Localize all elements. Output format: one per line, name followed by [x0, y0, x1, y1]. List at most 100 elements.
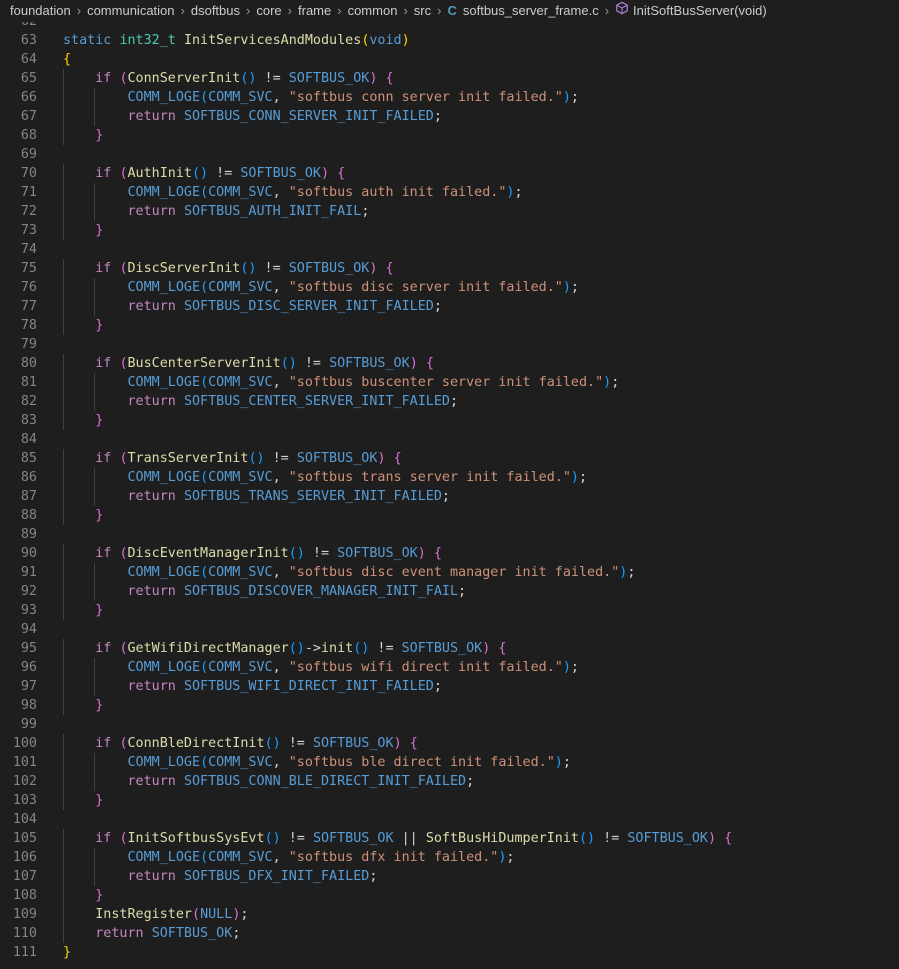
code-token: {: [498, 641, 507, 656]
code-text: if (DiscEventManagerInit() != SOFTBUS_OK…: [63, 546, 442, 561]
breadcrumb-item[interactable]: common: [348, 3, 398, 18]
code-token: if: [95, 166, 112, 181]
indent-guide: [63, 658, 64, 677]
code-token: !=: [208, 166, 241, 181]
indent-guide: [93, 373, 95, 392]
code-line: 88 }: [0, 506, 899, 525]
code-text: InstRegister(NULL);: [63, 907, 248, 922]
breadcrumb-item[interactable]: frame: [298, 3, 331, 18]
code-token: AuthInit: [127, 166, 193, 181]
code-token: if: [95, 261, 112, 276]
code-text: }: [63, 888, 103, 903]
code-token: (): [264, 831, 281, 846]
code-token: COMM_SVC: [208, 755, 273, 770]
code-token: ;: [466, 774, 475, 789]
chevron-right-icon: ›: [337, 3, 342, 18]
code-token: }: [95, 223, 104, 238]
breadcrumb-symbol[interactable]: InitSoftBusServer(void): [633, 0, 767, 22]
code-text: if (ConnServerInit() != SOFTBUS_OK) {: [63, 71, 393, 86]
code-token: if: [95, 356, 112, 371]
code-token: ): [321, 166, 330, 181]
code-token: ;: [433, 109, 442, 124]
code-token: if: [95, 641, 112, 656]
code-token: ): [562, 280, 571, 295]
code-text: return SOFTBUS_TRANS_SERVER_INIT_FAILED;: [63, 489, 450, 504]
code-text: COMM_LOGE(COMM_SVC, "softbus trans serve…: [63, 470, 588, 485]
indent-guide: [63, 392, 64, 411]
code-token: return: [127, 774, 176, 789]
code-token: return: [127, 584, 176, 599]
indent-guide: [63, 734, 64, 753]
code-line: 69: [0, 145, 899, 164]
code-token: (: [119, 71, 128, 86]
code-token: (: [119, 356, 128, 371]
line-number: 106: [12, 850, 37, 865]
breadcrumb-item[interactable]: src: [414, 3, 431, 18]
indent-guide: [93, 582, 95, 601]
code-token: if: [95, 71, 112, 86]
code-token: !=: [256, 71, 289, 86]
code-token: return: [127, 869, 176, 884]
code-token: (: [200, 185, 209, 200]
code-token: SOFTBUS_OK: [329, 356, 410, 371]
code-token: ;: [433, 299, 442, 314]
code-token: ): [401, 33, 410, 48]
code-token: (: [200, 565, 209, 580]
breadcrumb-item[interactable]: dsoftbus: [191, 3, 240, 18]
code-line: 93 }: [0, 601, 899, 620]
indent-guide: [93, 563, 95, 582]
line-number: 83: [20, 413, 37, 428]
breadcrumb-item[interactable]: core: [256, 3, 281, 18]
indent-guide: [93, 278, 95, 297]
line-number: 68: [20, 128, 37, 143]
line-number: 95: [20, 641, 37, 656]
line-number: 82: [20, 394, 37, 409]
line-number: 104: [12, 812, 37, 827]
code-token: ,: [272, 850, 289, 865]
breadcrumb-item[interactable]: communication: [87, 3, 174, 18]
code-line: 91 COMM_LOGE(COMM_SVC, "softbus disc eve…: [0, 563, 899, 582]
code-text: if (AuthInit() != SOFTBUS_OK) {: [63, 166, 345, 181]
code-token: init: [321, 641, 354, 656]
code-token: (: [200, 755, 209, 770]
line-number: 92: [20, 584, 37, 599]
chevron-right-icon: ›: [403, 3, 408, 18]
code-text: COMM_LOGE(COMM_SVC, "softbus auth init f…: [63, 185, 523, 200]
symbol-method-icon: [615, 0, 629, 22]
code-token: ,: [272, 185, 289, 200]
code-token: COMM_SVC: [208, 185, 273, 200]
code-token: ;: [449, 394, 459, 409]
breadcrumb-item[interactable]: foundation: [10, 3, 71, 18]
code-token: !=: [280, 736, 313, 751]
code-token: (): [192, 166, 209, 181]
code-token: (: [119, 641, 128, 656]
code-token: ;: [562, 755, 571, 770]
code-token: "softbus wifi direct init failed.": [288, 660, 563, 675]
line-number: 108: [12, 888, 37, 903]
breadcrumb-file[interactable]: softbus_server_frame.c: [463, 0, 599, 22]
code-token: ,: [272, 375, 289, 390]
code-token: ): [377, 451, 386, 466]
code-line: 86 COMM_LOGE(COMM_SVC, "softbus trans se…: [0, 468, 899, 487]
code-token: ;: [506, 850, 515, 865]
indent-guide: [63, 563, 64, 582]
code-token: ;: [458, 584, 467, 599]
code-line: 62: [0, 22, 899, 31]
code-token: int32_t: [119, 33, 176, 48]
code-token: SOFTBUS_CONN_SERVER_INIT_FAILED: [183, 109, 434, 124]
code-token: (: [200, 470, 209, 485]
code-editor[interactable]: 62 63 static int32_t InitServicesAndModule…: [0, 22, 899, 969]
line-number: 91: [20, 565, 37, 580]
code-token: InstRegister: [95, 907, 192, 922]
code-token: ;: [611, 375, 620, 390]
